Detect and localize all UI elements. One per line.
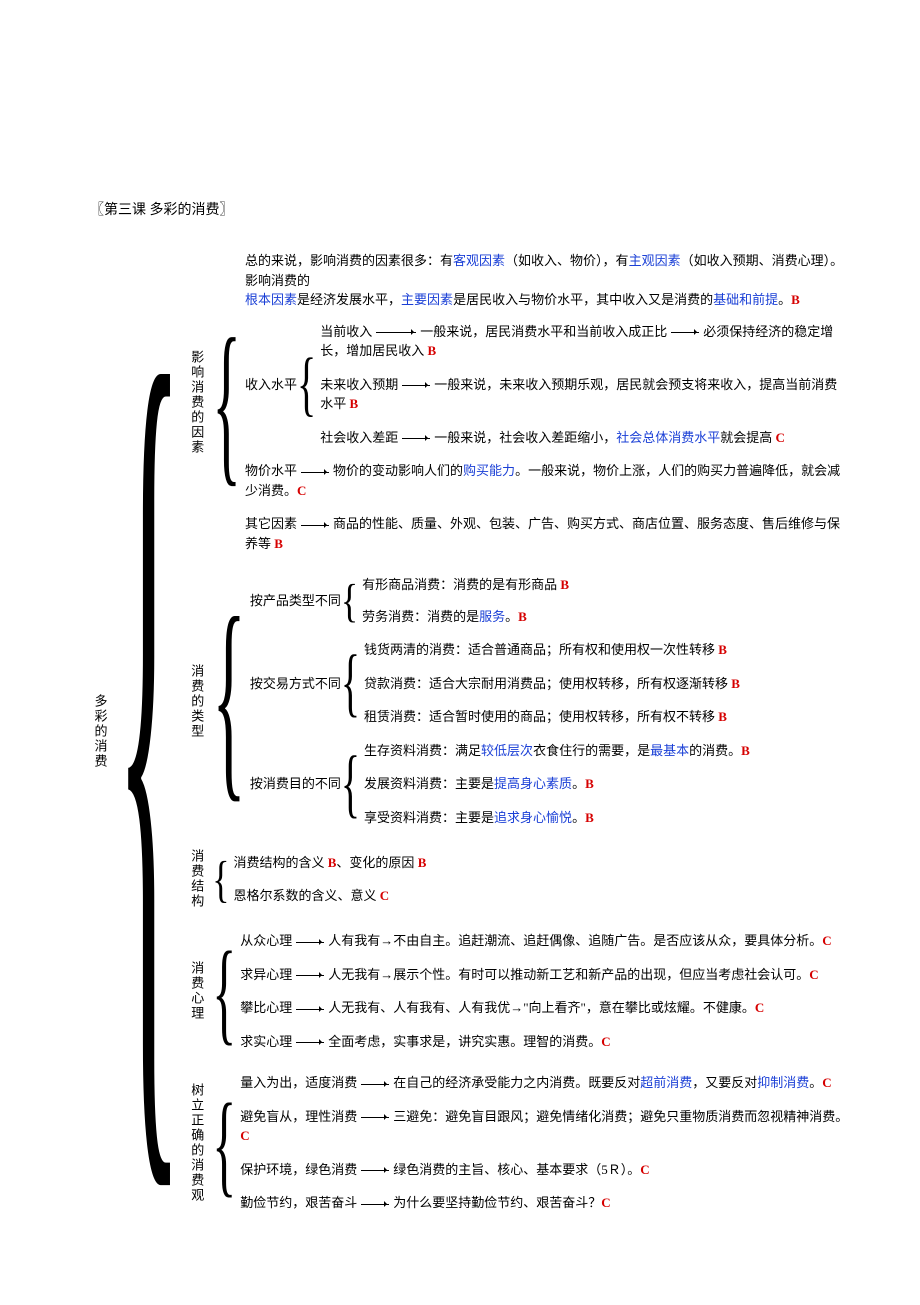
arrow-icon [361, 1170, 389, 1171]
group-label: 按交易方式不同 [250, 674, 341, 694]
s1-label: 影响消费的因素 [187, 350, 213, 455]
list-item: 消费结构的含义 B、变化的原因 B [233, 853, 850, 873]
arrow-icon [296, 975, 324, 976]
arrow-icon [296, 1009, 324, 1010]
arrow-icon [402, 438, 430, 439]
s1-intro: 总的来说，影响消费的因素很多：有客观因素（如收入、物价），有主观因素（如收入预期… [245, 251, 850, 310]
s3-label: 消费结构 [187, 849, 213, 909]
list-item: 求异心理人无我有→展示个性。有时可以推动新工艺和新产品的出现，但应当考虑社会认可… [240, 965, 850, 985]
list-item: 勤俭节约，艰苦奋斗为什么要坚持勤俭节约、艰苦奋斗？C [240, 1193, 850, 1213]
list-item: 钱货两清的消费：适合普通商品；所有权和使用权一次性转移 B [364, 640, 850, 660]
list-item: 发展资料消费：主要是提高身心素质。B [364, 774, 850, 794]
income-label: 收入水平 [245, 375, 297, 395]
list-item: 物价水平物价的变动影响人们的购买能力。一般来说，物价上涨，人们的购买力普遍降低，… [245, 461, 850, 500]
arrow-icon [402, 385, 430, 386]
list-item: 未来收入预期一般来说，未来收入预期乐观，居民就会预支将来收入，提高当前消费水平 … [320, 375, 850, 414]
root-label: 多彩的消费 [90, 694, 116, 769]
list-item: 其它因素商品的性能、质量、外观、包装、广告、购买方式、商店位置、服务态度、售后维… [245, 514, 850, 553]
list-item: 贷款消费：适合大宗耐用消费品；使用权转移，所有权逐渐转移 B [364, 674, 850, 694]
list-item: 劳务消费：消费的是服务。B [362, 607, 850, 627]
list-item: 生存资料消费：满足较低层次衣食住行的需要，是最基本的消费。B [364, 741, 850, 761]
arrow-icon [301, 472, 329, 473]
s4-label: 消费心理 [187, 961, 213, 1021]
s5-label: 树立正确的消费观 [187, 1083, 213, 1203]
arrow-icon [296, 1042, 324, 1043]
list-item: 社会收入差距一般来说，社会收入差距缩小，社会总体消费水平就会提高 C [320, 428, 850, 448]
group-label: 按产品类型不同 [250, 591, 341, 611]
arrow-icon [671, 332, 699, 333]
arrow-icon [361, 1084, 389, 1085]
list-item: 从众心理人有我有→不由自主。追赶潮流、追赶偶像、追随广告。是否应该从众，要具体分… [240, 931, 850, 951]
list-item: 避免盲从，理性消费三避免：避免盲目跟风；避免情绪化消费；避免只重物质消费而忽视精… [240, 1107, 850, 1146]
list-item: 攀比心理人无我有、人有我有、人有我优→"向上看齐"，意在攀比或炫耀。不健康。C [240, 998, 850, 1018]
lesson-title: 〖第三课 多彩的消费〗 [90, 200, 850, 221]
list-item: 有形商品消费：消费的是有形商品 B [362, 575, 850, 595]
list-item: 保护环境，绿色消费绿色消费的主旨、核心、基本要求（5Ｒ）。C [240, 1160, 850, 1180]
arrow-icon [301, 525, 329, 526]
arrow-icon [376, 332, 416, 333]
list-item: 恩格尔系数的含义、意义 C [233, 886, 850, 906]
group-label: 按消费目的不同 [250, 774, 341, 794]
s2-label: 消费的类型 [187, 664, 213, 739]
arrow-icon [361, 1204, 389, 1205]
arrow-icon [296, 942, 324, 943]
list-item: 租赁消费：适合暂时使用的商品；使用权转移，所有权不转移 B [364, 707, 850, 727]
arrow-icon [361, 1117, 389, 1118]
list-item: 享受资料消费：主要是追求身心愉悦。B [364, 808, 850, 828]
list-item: 量入为出，适度消费在自己的经济承受能力之内消费。既要反对超前消费，又要反对抑制消… [240, 1073, 850, 1093]
list-item: 求实心理全面考虑，实事求是，讲究实惠。理智的消费。C [240, 1032, 850, 1052]
list-item: 当前收入一般来说，居民消费水平和当前收入成正比必须保持经济的稳定增长，增加居民收… [320, 322, 850, 361]
